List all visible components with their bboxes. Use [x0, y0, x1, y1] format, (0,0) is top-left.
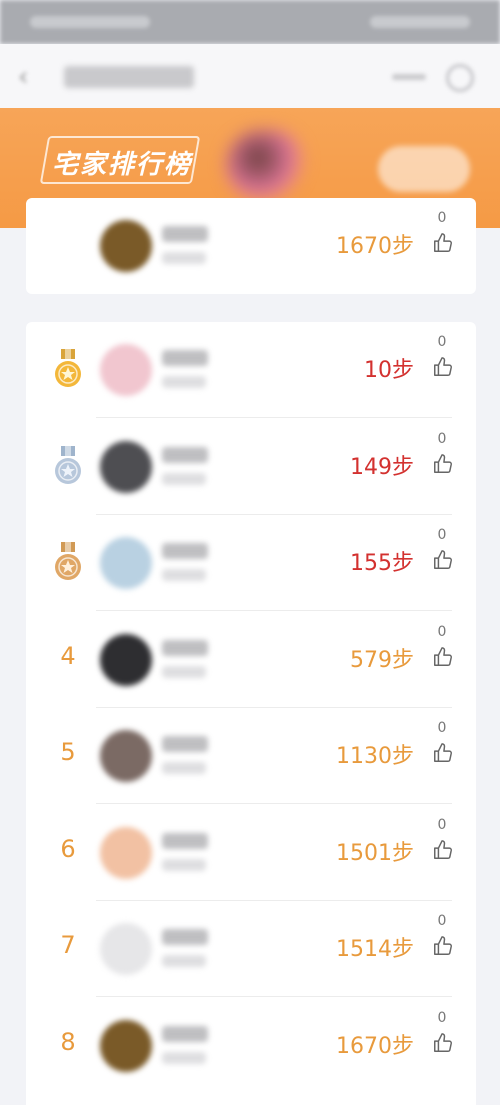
user-subtitle [162, 472, 206, 485]
rank-number: 8 [60, 1027, 76, 1056]
step-count: 10步 [364, 358, 414, 383]
like-count: 0 [437, 720, 447, 736]
ranking-row: 149步 0 [26, 419, 476, 515]
thumbs-up-icon[interactable] [432, 742, 454, 764]
thumbs-up-icon[interactable] [432, 453, 454, 475]
step-count: 579步 [350, 647, 414, 673]
ranking-row: 7 1514步 0 [26, 901, 476, 997]
step-count: 149步 [350, 454, 414, 480]
thumbs-up-icon[interactable] [432, 232, 454, 254]
user-name [162, 543, 208, 559]
thumbs-up-icon[interactable] [432, 1032, 454, 1054]
bronze-medal-icon [52, 541, 84, 585]
step-count: 1130步 [336, 744, 414, 769]
ranking-row: 8 1670步 0 [26, 998, 476, 1094]
avatar [100, 730, 152, 782]
user-subtitle [162, 762, 206, 774]
step-count: 1514步 [336, 937, 414, 962]
thumbs-up-icon[interactable] [432, 935, 454, 957]
ranking-row: 155步 0 [26, 515, 476, 611]
rank-number: 7 [60, 931, 76, 959]
avatar [100, 344, 152, 396]
avatar [100, 633, 152, 686]
step-count: 1670步 [336, 234, 414, 259]
user-subtitle [162, 955, 206, 967]
user-name [162, 350, 208, 366]
like-count: 0 [437, 913, 447, 929]
thumbs-up-icon[interactable] [432, 839, 454, 861]
like-count: 0 [437, 430, 447, 447]
avatar [100, 220, 152, 272]
avatar [100, 1019, 152, 1072]
step-count: 1501步 [336, 840, 414, 866]
gold-medal-icon [52, 348, 84, 392]
user-subtitle [162, 1051, 206, 1064]
rank-number: 5 [60, 738, 76, 766]
ranking-row: 10步 0 [26, 322, 476, 418]
user-name [162, 1025, 208, 1042]
ranking-list: 10步 0 149步 0 155步 0 4 579步 0 5 1130步 0 6… [26, 322, 476, 1105]
user-name [162, 446, 208, 463]
like-count: 0 [437, 334, 447, 350]
user-name [162, 736, 208, 752]
thumbs-up-icon[interactable] [432, 549, 454, 571]
thumbs-up-icon[interactable] [432, 356, 454, 378]
rank-number: 4 [60, 641, 76, 670]
back-arrow-icon[interactable]: ‹ [18, 62, 42, 92]
like-count: 0 [437, 527, 447, 543]
like-count: 0 [437, 1009, 447, 1026]
avatar [100, 440, 152, 493]
banner-title: 宅家排行榜 [52, 150, 193, 180]
user-subtitle [162, 376, 206, 388]
user-name [162, 639, 208, 656]
like-count: 0 [437, 623, 447, 640]
step-count: 1670步 [336, 1033, 414, 1059]
close-icon[interactable] [446, 64, 474, 92]
my-rank-row: 1670步 0 [26, 198, 476, 294]
ranking-row: 5 1130步 0 [26, 708, 476, 804]
ranking-row: 4 579步 0 [26, 612, 476, 708]
status-bar [0, 0, 500, 44]
step-count: 155步 [350, 551, 414, 576]
rank-number: 6 [60, 834, 76, 863]
silver-medal-icon [52, 445, 84, 489]
user-name [162, 929, 208, 945]
thumbs-up-icon[interactable] [432, 646, 454, 668]
more-icon[interactable] [392, 74, 426, 80]
my-rank-card: 1670步 0 [26, 198, 476, 294]
user-name [162, 832, 208, 849]
user-subtitle [162, 569, 206, 581]
user-subtitle [162, 858, 206, 871]
user-subtitle [162, 665, 206, 678]
user-name [162, 226, 208, 242]
like-count: 0 [437, 816, 447, 833]
page-title [64, 66, 194, 88]
user-subtitle [162, 252, 206, 264]
avatar [100, 923, 152, 975]
avatar [100, 537, 152, 589]
banner-button[interactable] [378, 146, 470, 192]
avatar [100, 826, 152, 879]
banner-illustration [226, 130, 306, 200]
like-count: 0 [437, 210, 447, 226]
nav-bar: ‹ [0, 44, 500, 110]
ranking-row: 6 1501步 0 [26, 805, 476, 901]
